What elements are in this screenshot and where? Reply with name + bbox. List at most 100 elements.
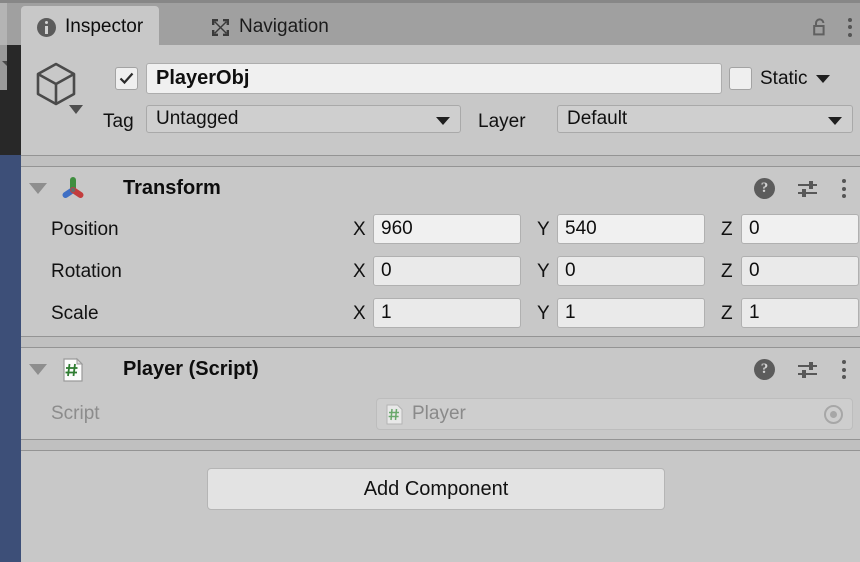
chevron-down-icon <box>828 117 842 125</box>
scale-z-input[interactable]: 1 <box>741 298 859 328</box>
scale-x-input[interactable]: 1 <box>373 298 521 328</box>
scale-y-input[interactable]: 1 <box>557 298 705 328</box>
rotation-z-value: 0 <box>749 260 760 281</box>
static-dropdown-caret-icon[interactable] <box>815 74 830 83</box>
scale-z-value: 1 <box>749 302 760 323</box>
gameobject-name-value: PlayerObj <box>156 67 250 89</box>
script-value: Player <box>412 403 466 424</box>
unlocked-padlock-icon[interactable] <box>812 18 829 36</box>
rail-left-edge <box>0 45 7 90</box>
scale-label: Scale <box>51 303 99 324</box>
position-x-axis-label: X <box>353 219 366 240</box>
position-z-axis-label: Z <box>721 219 733 240</box>
add-component-button[interactable]: Add Component <box>207 468 665 510</box>
component-separator <box>21 439 860 451</box>
player-script-component-header[interactable]: Player (Script) ? <box>21 348 860 391</box>
kebab-menu-icon[interactable] <box>841 360 846 379</box>
rail-mid-strip <box>7 0 17 45</box>
transform-header-actions: ? <box>754 178 846 199</box>
transform-gizmo-icon <box>60 176 86 202</box>
script-label: Script <box>51 403 100 424</box>
position-y-axis-label: Y <box>537 219 550 240</box>
rotation-z-axis-label: Z <box>721 261 733 282</box>
rail-caret-icon <box>2 61 7 66</box>
csharp-script-icon <box>60 357 86 383</box>
component-separator <box>21 336 860 348</box>
gameobject-header: PlayerObj Static Tag Untagged Layer Defa… <box>21 45 860 155</box>
scale-x-value: 1 <box>381 302 392 323</box>
move-arrows-icon <box>211 18 230 37</box>
player-script-component-body: Script Player <box>21 391 860 439</box>
scale-x-axis-label: X <box>353 303 366 324</box>
rotation-y-input[interactable]: 0 <box>557 256 705 286</box>
layer-label: Layer <box>478 111 526 132</box>
tag-label: Tag <box>103 111 134 132</box>
script-object-field[interactable]: Player <box>376 398 853 430</box>
rail-top-edge <box>0 0 21 3</box>
kebab-menu-icon[interactable] <box>841 179 846 198</box>
script-reference-row: Script Player <box>21 391 860 439</box>
position-z-input[interactable]: 0 <box>741 214 859 244</box>
rail-light-strip <box>0 0 7 45</box>
preset-sliders-icon[interactable] <box>797 360 819 380</box>
inspector-tabbar: Inspector Navigation <box>21 0 860 48</box>
gameobject-name-input[interactable]: PlayerObj <box>146 63 722 94</box>
add-component-area: Add Component <box>21 451 860 535</box>
rotation-label: Rotation <box>51 261 122 282</box>
tag-dropdown[interactable]: Untagged <box>146 105 461 133</box>
rotation-y-value: 0 <box>565 260 576 281</box>
position-x-value: 960 <box>381 218 413 239</box>
gameobject-enabled-checkbox[interactable] <box>115 67 138 90</box>
unity-inspector-window: Inspector Navigation PlayerObj Static Ta… <box>0 0 860 562</box>
chevron-down-icon <box>436 117 450 125</box>
scale-z-axis-label: Z <box>721 303 733 324</box>
kebab-menu-icon[interactable] <box>847 17 852 37</box>
scale-y-value: 1 <box>565 302 576 323</box>
tabbar-actions <box>812 6 852 48</box>
position-y-value: 540 <box>565 218 597 239</box>
static-label: Static <box>760 67 808 89</box>
help-icon[interactable]: ? <box>754 359 775 380</box>
transform-title: Transform <box>123 177 221 199</box>
tag-layer-row: Tag Untagged Layer Default <box>21 105 860 141</box>
position-y-input[interactable]: 540 <box>557 214 705 244</box>
static-toggle-group: Static <box>729 63 830 94</box>
player-script-header-actions: ? <box>754 359 846 380</box>
help-icon[interactable]: ? <box>754 178 775 199</box>
left-rail-scene-strip <box>0 45 21 155</box>
position-label: Position <box>51 219 119 240</box>
tab-inspector-label: Inspector <box>65 16 144 37</box>
tab-navigation-label: Navigation <box>239 16 329 37</box>
rotation-x-axis-label: X <box>353 261 366 282</box>
position-z-value: 0 <box>749 218 760 239</box>
player-script-title: Player (Script) <box>123 358 259 380</box>
transform-foldout-icon[interactable] <box>29 183 47 194</box>
add-component-label: Add Component <box>363 477 509 500</box>
csharp-script-icon <box>385 404 404 425</box>
scale-y-axis-label: Y <box>537 303 550 324</box>
left-rail-selection-strip <box>0 155 21 562</box>
player-script-foldout-icon[interactable] <box>29 364 47 375</box>
position-x-input[interactable]: 960 <box>373 214 521 244</box>
tab-navigation[interactable]: Navigation <box>195 6 345 48</box>
tag-value: Untagged <box>156 108 239 129</box>
component-separator <box>21 155 860 167</box>
info-icon <box>37 17 56 37</box>
rotation-z-input[interactable]: 0 <box>741 256 859 286</box>
inspector-panel: PlayerObj Static Tag Untagged Layer Defa… <box>21 45 860 562</box>
transform-component-header[interactable]: Transform ? <box>21 167 860 210</box>
transform-rotation-row: Rotation X 0 Y 0 Z 0 <box>21 252 860 294</box>
transform-position-row: Position X 960 Y 540 Z 0 <box>21 210 860 252</box>
object-picker-icon[interactable] <box>824 405 843 424</box>
transform-scale-row: Scale X 1 Y 1 Z 1 <box>21 294 860 336</box>
preset-sliders-icon[interactable] <box>797 179 819 199</box>
layer-dropdown[interactable]: Default <box>557 105 853 133</box>
static-checkbox[interactable] <box>729 67 752 90</box>
rotation-x-value: 0 <box>381 260 392 281</box>
left-rail-top <box>0 0 21 45</box>
transform-component-body: Position X 960 Y 540 Z 0 Rotation X 0 Y … <box>21 210 860 336</box>
rotation-x-input[interactable]: 0 <box>373 256 521 286</box>
tab-inspector[interactable]: Inspector <box>21 6 160 48</box>
cube-icon <box>31 59 81 109</box>
layer-value: Default <box>567 108 628 129</box>
